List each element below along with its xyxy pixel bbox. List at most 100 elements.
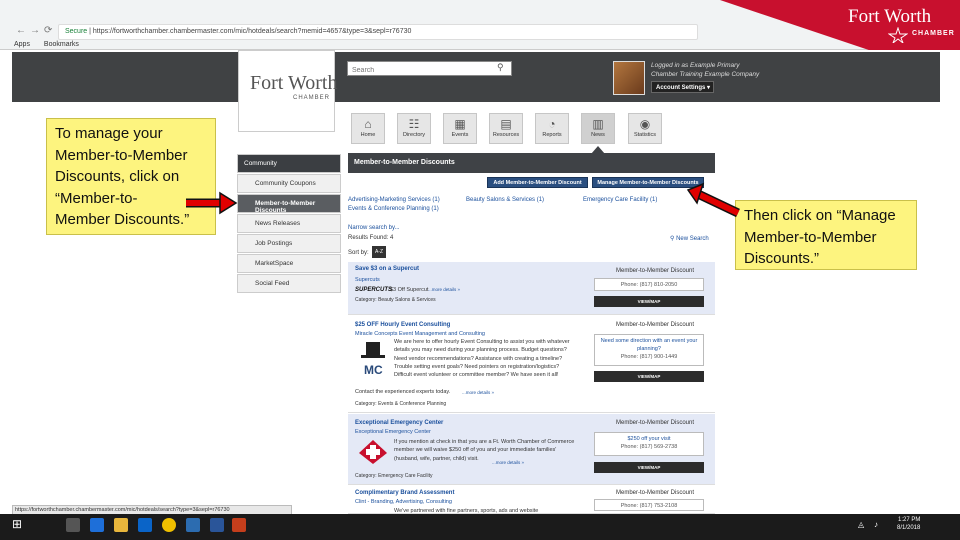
listing-company[interactable]: Supercuts <box>355 277 380 283</box>
sidebar-item-job-postings[interactable]: Job Postings <box>237 234 341 253</box>
listing-offer: planning? <box>637 346 661 352</box>
powerpoint-icon[interactable] <box>232 518 246 532</box>
brand-logo-text: Fort Worth <box>848 6 932 27</box>
chrome-icon[interactable] <box>162 518 176 532</box>
listing-text: We are here to offer hourly Event Consul… <box>394 338 570 379</box>
windows-start-icon[interactable]: ⊞ <box>12 517 22 531</box>
account-settings-button[interactable]: Account Settings ▾ <box>651 81 714 93</box>
callout-line: Discounts, click on <box>55 168 180 185</box>
network-icon[interactable]: ◬ <box>858 520 864 529</box>
listing-company[interactable]: Exceptional Emergency Center <box>355 429 431 435</box>
sidebar-item-news-releases[interactable]: News Releases <box>237 214 341 233</box>
view-map-button[interactable]: VIEW/MAP <box>594 371 704 382</box>
listing-phone: Phone: (817) 810-2050 <box>620 282 678 288</box>
search-icon[interactable]: ⚲ <box>497 62 504 73</box>
tile-news[interactable]: ▥ News <box>581 113 615 144</box>
word-icon[interactable] <box>186 518 200 532</box>
address-bar[interactable]: Secure | https://fortworthchamber.chambe… <box>58 24 698 40</box>
back-icon[interactable]: ← <box>16 25 26 36</box>
listing-title[interactable]: Complimentary Brand Assessment <box>355 490 454 496</box>
bookmark-bookmarks[interactable]: Bookmarks <box>44 41 79 48</box>
word-icon[interactable] <box>210 518 224 532</box>
view-map-button[interactable]: VIEW/MAP <box>594 296 704 307</box>
tile-directory[interactable]: ☷ Directory <box>397 113 431 144</box>
category-link[interactable]: Events & Conference Planning (1) <box>348 206 439 212</box>
listing-category: Category: Events & Conference Planning <box>355 401 447 407</box>
volume-icon[interactable]: ♪ <box>874 520 878 529</box>
callout-line: Member-to-Member <box>744 228 877 246</box>
sort-az-button[interactable]: A-Z <box>372 246 386 258</box>
sidebar-item-social-feed[interactable]: Social Feed <box>237 274 341 293</box>
more-details-link[interactable]: ...more details » <box>428 287 460 292</box>
listing-type: Member-to-Member Discount <box>616 322 695 328</box>
listing-text-line: Difficult event volunteer or committee m… <box>394 372 559 379</box>
tile-resources[interactable]: ▤ Resources <box>489 113 523 144</box>
callout-line: “Member-to- <box>55 189 138 207</box>
listing-company[interactable]: Miracle Concepts Event Management and Co… <box>355 331 485 337</box>
listing-text-line: details you may need during your plannin… <box>394 347 567 354</box>
task-view-icon[interactable] <box>66 518 80 532</box>
listing-text-line: Contact the experienced experts today. <box>355 389 451 395</box>
listing-contact-box: Need some direction with an event your p… <box>594 334 704 366</box>
listing-text-line: If you mention at check in that you are … <box>394 439 575 445</box>
avatar <box>613 61 645 95</box>
listing-title[interactable]: Save $3 on a Supercut <box>355 266 419 272</box>
company-name: Chamber Training Example Company <box>651 71 760 78</box>
add-discount-button[interactable]: Add Member-to-Member Discount <box>487 177 588 188</box>
listing-offer: $250 off your visit <box>627 436 671 442</box>
listing-offer: Need some direction with an event your <box>600 338 698 344</box>
tile-events[interactable]: ▦ Events <box>443 113 477 144</box>
category-link[interactable]: Advertising-Marketing Services (1) <box>348 197 440 203</box>
category-link[interactable]: Beauty Salons & Services (1) <box>466 197 544 203</box>
category-link[interactable]: Emergency Care Facility (1) <box>583 197 657 203</box>
tile-label: Directory <box>402 132 425 138</box>
listing-company[interactable]: Clint - Branding, Advertising, Consultin… <box>355 499 452 505</box>
search-input[interactable] <box>347 61 512 76</box>
narrow-search-link[interactable]: Narrow search by... <box>348 225 400 231</box>
view-map-button[interactable]: VIEW/MAP <box>594 462 704 473</box>
sidebar-item-community-coupons[interactable]: Community Coupons <box>237 174 341 193</box>
listing-category: Category: Emergency Care Facility <box>355 473 433 479</box>
bookmarks-bar: Apps Bookmarks <box>14 41 91 48</box>
tile-home[interactable]: ⌂ Home <box>351 113 385 144</box>
listing-phone: Phone: (817) 900-1449 <box>620 354 678 360</box>
callout-right: Then click on “Manage Member-to-Member D… <box>735 200 917 270</box>
tile-statistics[interactable]: ◉ Statistics <box>628 113 662 144</box>
reload-icon[interactable]: ⟳ <box>44 25 52 36</box>
bookmark-apps[interactable]: Apps <box>14 41 30 48</box>
site-header <box>12 52 940 102</box>
news-icon: ▥ <box>592 117 604 131</box>
listing-phone: Phone: (817) 753-2108 <box>620 503 678 509</box>
tile-label: Reports <box>542 132 562 138</box>
sidebar-item-member-discounts[interactable]: Member-to-Member Discounts <box>237 194 341 214</box>
listing-title[interactable]: Exceptional Emergency Center <box>355 420 443 426</box>
forward-icon[interactable]: → <box>30 25 40 36</box>
listing-category: Category: Beauty Salons & Services <box>355 297 436 303</box>
more-details-link[interactable]: ...more details » <box>492 460 524 465</box>
account-settings-label: Account Settings <box>656 85 706 91</box>
file-explorer-icon[interactable] <box>114 518 128 532</box>
secure-label: Secure <box>65 28 88 35</box>
listing-card: $25 OFF Hourly Event Consulting Miracle … <box>348 316 715 413</box>
sidebar-header-community[interactable]: Community <box>237 154 341 173</box>
sort-label: Sort by: <box>348 250 369 256</box>
new-search-label: New Search <box>676 236 709 242</box>
outlook-icon[interactable] <box>138 518 152 532</box>
tile-reports[interactable]: ◔ Reports <box>535 113 569 144</box>
sidebar: Community Community Coupons Member-to-Me… <box>237 154 341 294</box>
edge-icon[interactable] <box>90 518 104 532</box>
sidebar-item-marketspace[interactable]: MarketSpace <box>237 254 341 273</box>
manage-discounts-button[interactable]: Manage Member-to-Member Discounts <box>592 177 704 188</box>
chamber-logo-sub: CHAMBER <box>293 95 331 101</box>
more-details-link[interactable]: ...more details » <box>462 390 494 395</box>
listing-text-line: member we will waive $250 off of you and… <box>394 447 557 454</box>
tile-label: Home <box>360 132 376 138</box>
taskbar-clock[interactable]: 1:27 PM 8/1/2018 <box>897 516 920 532</box>
listing-text: $3 Off Supercut <box>390 287 429 293</box>
new-search-link[interactable]: ⚲ New Search <box>670 235 709 242</box>
tile-label: News <box>591 132 605 138</box>
listing-card: Save $3 on a Supercut Supercuts SUPERCUT… <box>348 262 715 315</box>
listing-title[interactable]: $25 OFF Hourly Event Consulting <box>355 322 450 328</box>
results-count: Results Found: 4 <box>348 235 394 241</box>
listing-text-line: (husband, wife, partner, child) visit. <box>394 455 479 462</box>
